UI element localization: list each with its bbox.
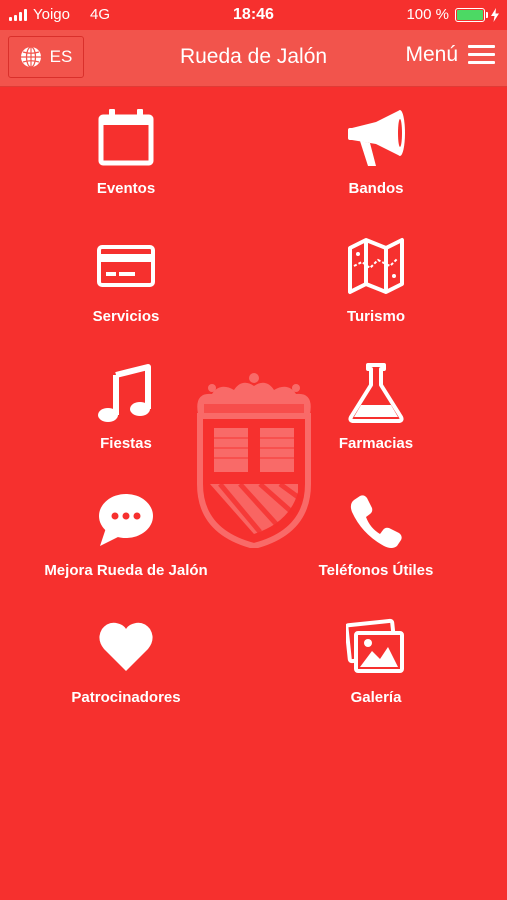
- nav-bar: ES Rueda de Jalón Menú: [0, 30, 507, 87]
- status-right: 100 %: [406, 6, 499, 23]
- grid-item-eventos[interactable]: Eventos: [26, 108, 226, 197]
- grid-item-galeria[interactable]: Galería: [276, 617, 476, 706]
- grid-label-galeria: Galería: [350, 689, 402, 706]
- grid-item-farmacias[interactable]: Farmacias: [276, 363, 476, 452]
- flask-icon: [348, 363, 404, 423]
- grid-label-bandos: Bandos: [348, 180, 404, 197]
- megaphone-icon: [348, 110, 405, 166]
- heart-icon: [99, 622, 153, 671]
- status-bar: Yoigo 4G 18:46 100 %: [0, 0, 507, 30]
- battery-icon: [455, 7, 488, 22]
- grid-label-eventos: Eventos: [96, 180, 156, 197]
- hamburger-icon: [468, 45, 495, 65]
- grid-item-turismo[interactable]: Turismo: [276, 236, 476, 325]
- grid-item-fiestas[interactable]: Fiestas: [26, 363, 226, 452]
- grid-item-bandos[interactable]: Bandos: [276, 108, 476, 197]
- credit-card-icon: [97, 245, 155, 287]
- grid-item-servicios[interactable]: Servicios: [26, 236, 226, 325]
- chat-bubble-icon: [99, 494, 153, 546]
- grid-label-fiestas: Fiestas: [100, 435, 152, 452]
- grid-label-telefonos: Teléfonos Útiles: [318, 562, 434, 579]
- charging-bolt-icon: [491, 7, 499, 22]
- grid-item-telefonos[interactable]: Teléfonos Útiles: [276, 490, 476, 579]
- map-icon: [348, 238, 404, 294]
- grid-label-servicios: Servicios: [92, 308, 160, 325]
- photos-icon: [346, 618, 404, 673]
- battery-percent: 100 %: [406, 6, 449, 23]
- menu-label: Menú: [405, 43, 458, 66]
- grid-item-patrocinadores[interactable]: Patrocinadores: [26, 617, 226, 706]
- grid-item-mejora[interactable]: Mejora Rueda de Jalón: [26, 490, 226, 579]
- phone-icon: [350, 495, 402, 548]
- menu-button[interactable]: Menú: [405, 43, 495, 67]
- grid-label-patrocinadores: Patrocinadores: [71, 689, 181, 706]
- grid-label-turismo: Turismo: [346, 308, 406, 325]
- calendar-icon: [98, 109, 154, 166]
- grid-label-mejora: Mejora Rueda de Jalón: [44, 562, 208, 579]
- grid-label-farmacias: Farmacias: [338, 435, 414, 452]
- music-note-icon: [98, 364, 151, 422]
